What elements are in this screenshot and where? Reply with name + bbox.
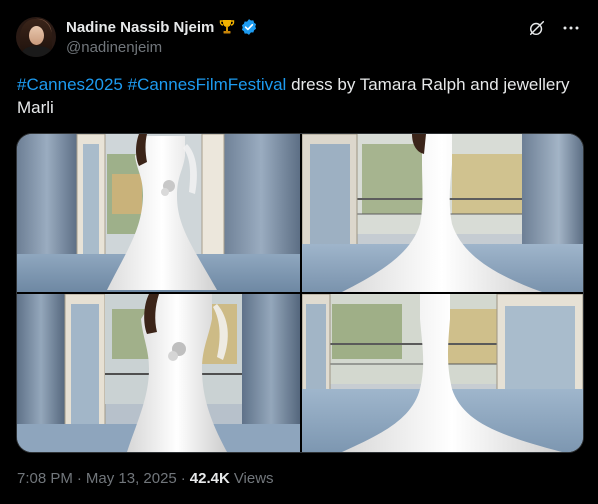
avatar[interactable]: [16, 17, 56, 57]
author-handle[interactable]: @nadinenjeim: [66, 39, 162, 56]
separator: ·: [180, 470, 186, 487]
hashtag-link[interactable]: #CannesFilmFestival: [128, 75, 287, 94]
hashtag-link[interactable]: #Cannes2025: [17, 75, 123, 94]
views-count[interactable]: 42.4K: [190, 470, 230, 487]
tweet-date[interactable]: May 13, 2025: [86, 470, 177, 487]
tweet: Nadine Nassib Njeim @nadinenjeim #Cannes…: [0, 0, 598, 504]
tweet-text: #Cannes2025 #CannesFilmFestival dress by…: [17, 73, 577, 119]
media-photo[interactable]: [302, 294, 583, 452]
views-label: Views: [233, 470, 274, 487]
trophy-icon: [218, 18, 236, 36]
verified-icon[interactable]: [240, 18, 258, 36]
tweet-time[interactable]: 7:08 PM: [17, 470, 73, 487]
separator: ·: [76, 470, 82, 487]
author-name-row: Nadine Nassib Njeim: [66, 17, 258, 37]
author-display-name[interactable]: Nadine Nassib Njeim: [66, 19, 214, 36]
tweet-meta: 7:08 PM · May 13, 2025 · 42.4K Views: [17, 470, 274, 487]
grok-icon[interactable]: [526, 17, 548, 39]
tweet-actions: [526, 17, 582, 39]
media-photo[interactable]: [17, 134, 300, 292]
media-photo[interactable]: [17, 294, 300, 452]
more-icon[interactable]: [560, 17, 582, 39]
media-grid: [16, 133, 584, 453]
media-photo[interactable]: [302, 134, 583, 292]
